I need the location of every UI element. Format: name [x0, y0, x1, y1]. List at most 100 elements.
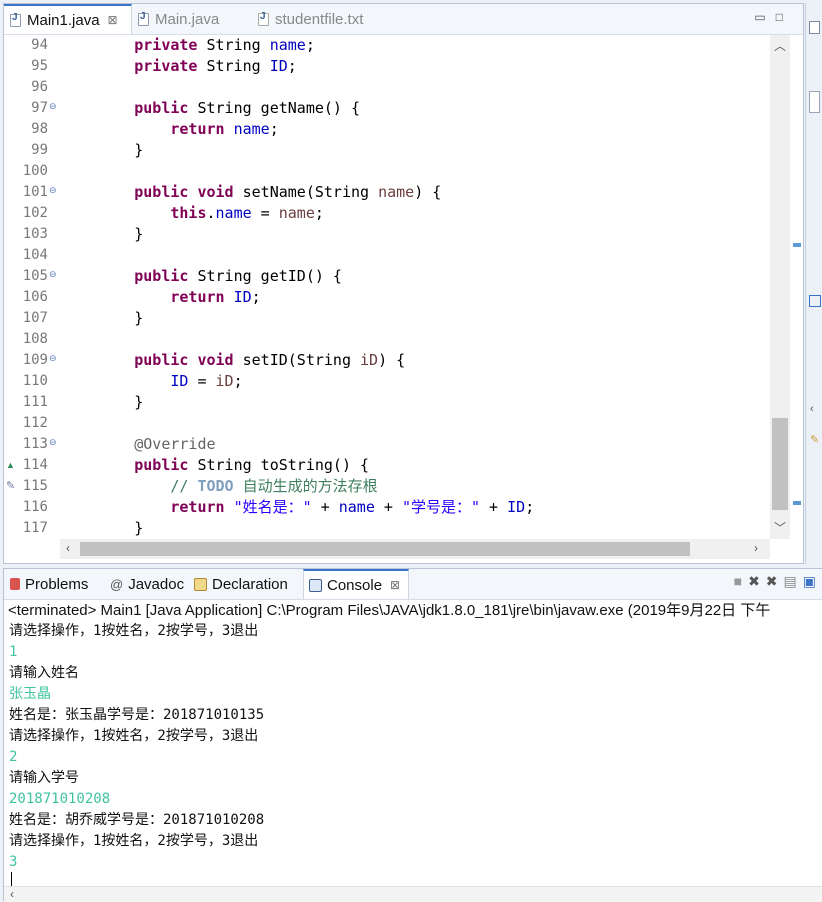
fold-collapse-icon[interactable]: ⊖ — [49, 101, 57, 112]
key-icon[interactable]: ✎ — [810, 433, 819, 446]
line-number: 105 — [22, 268, 48, 284]
maximize-icon[interactable]: □ — [776, 10, 793, 24]
clear-console-icon[interactable]: ▤ — [784, 573, 803, 589]
code-line-105: public String getID() { — [134, 267, 342, 285]
java-editor: Main1.java ⊠ Main.java studentfile.txt ▭… — [3, 3, 804, 564]
line-number: 103 — [22, 226, 48, 242]
minimize-icon[interactable]: ▭ — [754, 10, 775, 24]
code-line-117: } — [134, 519, 144, 537]
declaration-icon — [194, 577, 207, 591]
tab-problems[interactable]: Problems — [10, 569, 88, 599]
code-line-95: private String ID; — [134, 57, 297, 75]
text-file-icon — [258, 11, 269, 26]
tab-label: Console — [327, 576, 383, 594]
console-line: 请输入姓名 — [9, 665, 79, 681]
console-view: Problems @ Javadoc Declaration Console ⊠… — [3, 568, 822, 902]
code-line-106: return ID; — [170, 288, 261, 306]
code-line-102: this.name = name; — [170, 204, 324, 222]
problems-icon — [10, 578, 20, 590]
window-controls: ▭□ — [754, 10, 793, 24]
line-number: 112 — [22, 415, 48, 431]
console-line: 201871010208 — [9, 791, 111, 807]
java-file-icon — [10, 12, 21, 27]
console-line: 张玉晶 — [9, 686, 51, 702]
tab-main1-java[interactable]: Main1.java ⊠ — [4, 4, 132, 34]
line-number: 111 — [22, 394, 48, 410]
fold-collapse-icon[interactable]: ⊖ — [49, 353, 57, 364]
scroll-thumb[interactable] — [772, 418, 788, 510]
tab-console[interactable]: Console ⊠ — [303, 569, 409, 599]
overview-ruler — [790, 35, 803, 539]
line-number: 95 — [31, 58, 48, 74]
task-marker-icon[interactable]: ✎ — [6, 479, 15, 492]
tab-studentfile-txt[interactable]: studentfile.txt — [258, 4, 363, 34]
overview-marker[interactable] — [793, 243, 801, 247]
code-area[interactable]: private String name; private String ID; … — [62, 35, 770, 539]
remove-all-terminated-icon[interactable]: ✖ — [766, 573, 784, 589]
chevron-left-icon[interactable]: ‹ — [810, 403, 814, 415]
line-number: 98 — [31, 121, 48, 137]
code-line-113: @Override — [134, 435, 216, 453]
close-tab-icon[interactable]: ⊠ — [108, 13, 118, 27]
panel-icon[interactable] — [809, 91, 820, 113]
line-number: 110 — [22, 373, 48, 389]
close-tab-icon[interactable]: ⊠ — [390, 578, 400, 592]
line-number: 100 — [22, 163, 48, 179]
remove-launch-icon[interactable]: ✖ — [748, 573, 766, 589]
code-line-98: return name; — [170, 120, 279, 138]
scroll-down-icon[interactable]: ﹀ — [774, 519, 786, 536]
scroll-lock-icon[interactable]: ▣ — [803, 573, 822, 589]
line-number: 104 — [22, 247, 48, 263]
code-line-115: // TODO 自动生成的方法存根 — [170, 477, 378, 495]
tab-main-java[interactable]: Main.java — [138, 4, 219, 34]
fold-collapse-icon[interactable]: ⊖ — [49, 269, 57, 280]
fold-collapse-icon[interactable]: ⊖ — [49, 437, 57, 448]
line-number: 108 — [22, 331, 48, 347]
console-line: 3 — [9, 854, 18, 870]
scroll-up-icon[interactable]: ︿ — [774, 37, 786, 54]
fold-collapse-icon[interactable]: ⊖ — [49, 185, 57, 196]
console-launch-status: <terminated> Main1 [Java Application] C:… — [8, 602, 771, 619]
scroll-left-icon[interactable]: ‹ — [66, 541, 70, 555]
hierarchy-icon[interactable] — [809, 295, 821, 307]
console-line: 请选择操作，1按姓名，2按学号，3退出 — [9, 833, 259, 849]
at-icon: @ — [110, 576, 124, 592]
console-line: 姓名是：胡乔威学号是：201871010208 — [9, 812, 265, 828]
bottom-tab-bar: Problems @ Javadoc Declaration Console ⊠… — [4, 569, 822, 600]
code-line-97: public String getName() { — [134, 99, 361, 117]
code-line-103: } — [134, 225, 144, 243]
console-output[interactable]: 请选择操作，1按姓名，2按学号，3退出 1 请输入姓名 张玉晶 姓名是：张玉晶学… — [9, 621, 819, 873]
line-number: 96 — [31, 79, 48, 95]
editor-vertical-scrollbar[interactable]: ︿ ﹀ — [770, 35, 790, 539]
line-number: 94 — [31, 37, 48, 53]
code-line-101: public void setName(String name) { — [134, 183, 442, 201]
editor-horizontal-scrollbar[interactable]: ‹ › — [60, 539, 770, 559]
tab-label: studentfile.txt — [275, 10, 364, 28]
scroll-right-icon[interactable]: › — [754, 541, 758, 555]
console-line: 请选择操作，1按姓名，2按学号，3退出 — [9, 728, 259, 744]
code-line-99: } — [134, 141, 144, 159]
code-line-116: return "姓名是：" + name + "学号是：" + ID; — [170, 498, 535, 516]
console-line: 请输入学号 — [9, 770, 79, 786]
console-icon — [309, 578, 322, 592]
overview-marker[interactable] — [793, 501, 801, 505]
tab-label: Main.java — [155, 10, 220, 28]
code-line-109: public void setID(String iD) { — [134, 351, 406, 369]
console-line: 2 — [9, 749, 18, 765]
outline-icon[interactable] — [809, 21, 820, 34]
console-line: 1 — [9, 644, 18, 660]
right-side-panel-strip: ‹ ✎ — [805, 3, 822, 564]
tab-label: Declaration — [212, 575, 288, 593]
tab-label: Main1.java — [27, 11, 100, 29]
editor-tab-bar: Main1.java ⊠ Main.java studentfile.txt ▭… — [4, 4, 803, 35]
scroll-thumb[interactable] — [80, 542, 690, 556]
override-marker-icon[interactable]: ▲ — [6, 460, 15, 470]
line-number: 106 — [22, 289, 48, 305]
scroll-left-icon[interactable]: ‹ — [10, 887, 14, 901]
console-horizontal-scrollbar[interactable]: ‹ — [4, 886, 822, 902]
tab-declaration[interactable]: Declaration — [194, 569, 288, 599]
tab-javadoc[interactable]: @ Javadoc — [110, 569, 184, 599]
terminate-icon[interactable]: ■ — [734, 573, 748, 589]
code-line-114: public String toString() { — [134, 456, 370, 474]
console-line: 姓名是：张玉晶学号是：201871010135 — [9, 707, 265, 723]
